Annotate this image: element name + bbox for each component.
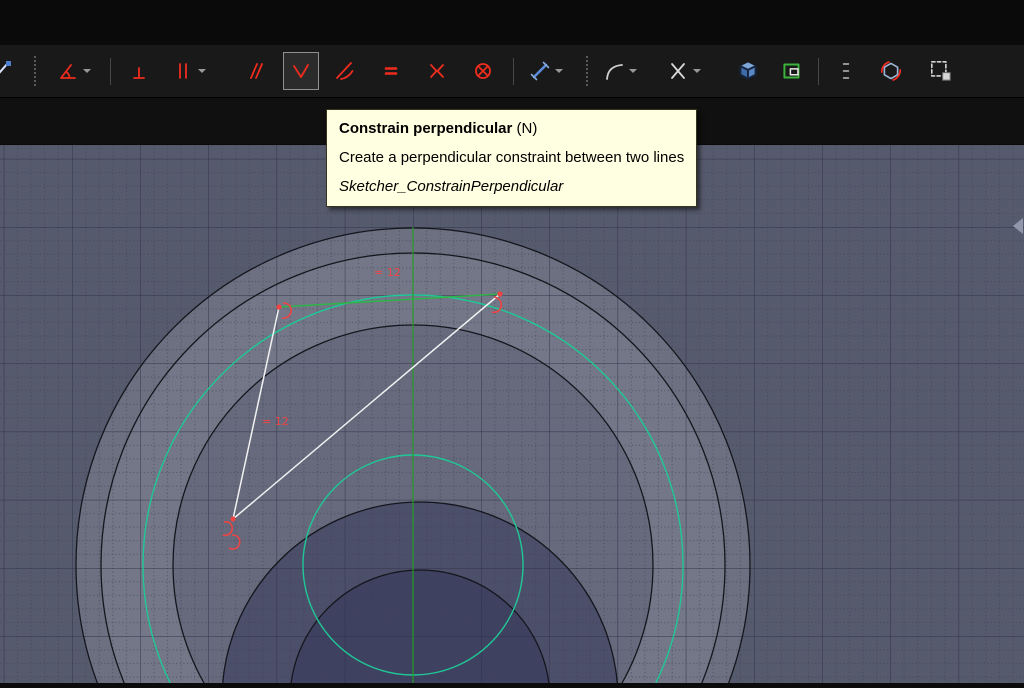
sketcher-constraints-toolbar — [0, 45, 1024, 98]
trim-edge-button[interactable] — [660, 52, 706, 90]
constrain-equal-icon — [384, 67, 398, 75]
selection-box-icon — [930, 60, 951, 81]
dropdown-caret[interactable] — [554, 69, 563, 73]
toolbar-separator — [110, 57, 111, 85]
tooltip-description: Create a perpendicular constraint betwee… — [339, 149, 685, 166]
constrain-parallel-button[interactable] — [237, 52, 273, 90]
dropdown-caret[interactable] — [628, 69, 637, 73]
constrain-vertical-horizontal-button[interactable] — [165, 52, 211, 90]
selection-box-button[interactable] — [923, 52, 959, 90]
constrain-block-icon — [475, 63, 491, 79]
sketch-canvas[interactable]: = 12 = 12 — [0, 145, 1024, 688]
toolbar-drag-handle[interactable] — [34, 56, 40, 86]
edit-line-icon — [0, 61, 11, 74]
constrain-symmetric-button[interactable] — [419, 52, 455, 90]
toggle-construction-icon — [783, 63, 800, 79]
panel-collapse-arrow-icon[interactable] — [1013, 218, 1023, 234]
dropdown-caret[interactable] — [82, 69, 91, 73]
edit-polygon-icon — [880, 61, 902, 81]
constrain-parallel-icon — [250, 63, 263, 79]
tooltip-shortcut: (N) — [516, 120, 538, 137]
vertex-point[interactable] — [276, 304, 282, 310]
equal-constraint-label[interactable]: = 12 — [374, 266, 401, 279]
toolbar-separator — [818, 57, 819, 85]
constrain-perpendicular-button[interactable] — [283, 52, 319, 90]
toolbar-separator — [513, 57, 514, 85]
equal-constraint-label[interactable]: = 12 — [262, 415, 289, 428]
tooltip-command: Sketcher_ConstrainPerpendicular — [339, 178, 564, 195]
titlebar — [0, 0, 1024, 45]
dropdown-caret[interactable] — [692, 69, 701, 73]
constrain-block-button[interactable] — [465, 52, 501, 90]
create-fillet-icon — [605, 64, 623, 80]
edit-polygon-button[interactable] — [873, 52, 909, 90]
rendering-order-icon — [842, 63, 850, 79]
trim-edge-icon — [670, 63, 685, 79]
constrain-perpendicular-icon — [293, 64, 309, 78]
constrain-distance-button[interactable] — [522, 52, 568, 90]
edit-line-button[interactable] — [0, 52, 20, 90]
vertex-point[interactable] — [497, 291, 503, 297]
constrain-equal-button[interactable] — [373, 52, 409, 90]
toolbar-drag-handle[interactable] — [586, 56, 592, 86]
3d-viewport[interactable]: = 12 = 12 — [0, 145, 1024, 688]
freecad-window: = 12 = 12 Constrain perpendicular (N) Cr… — [0, 0, 1024, 688]
view-section-icon — [739, 62, 757, 80]
dropdown-caret[interactable] — [197, 69, 206, 73]
rendering-order-button[interactable] — [825, 52, 861, 90]
constrain-coincident-button[interactable] — [121, 52, 157, 90]
constrain-angle-icon — [59, 64, 76, 79]
create-fillet-button[interactable] — [596, 52, 642, 90]
constrain-tangent-button[interactable] — [327, 52, 363, 90]
constrain-angle-button[interactable] — [50, 52, 96, 90]
vertex-point[interactable] — [230, 516, 236, 522]
constrain-symmetric-icon — [430, 64, 444, 78]
constrain-tangent-icon — [336, 62, 354, 80]
toggle-construction-button[interactable] — [774, 52, 810, 90]
constrain-distance-icon — [530, 61, 549, 81]
constrain-coincident-icon — [133, 67, 145, 79]
grid-overlay — [0, 145, 1024, 683]
view-section-button[interactable] — [730, 52, 766, 90]
constrain-vertical-horizontal-icon — [178, 63, 187, 79]
tooltip-title: Constrain perpendicular — [339, 120, 513, 137]
tooltip: Constrain perpendicular (N) Create a per… — [326, 109, 698, 207]
